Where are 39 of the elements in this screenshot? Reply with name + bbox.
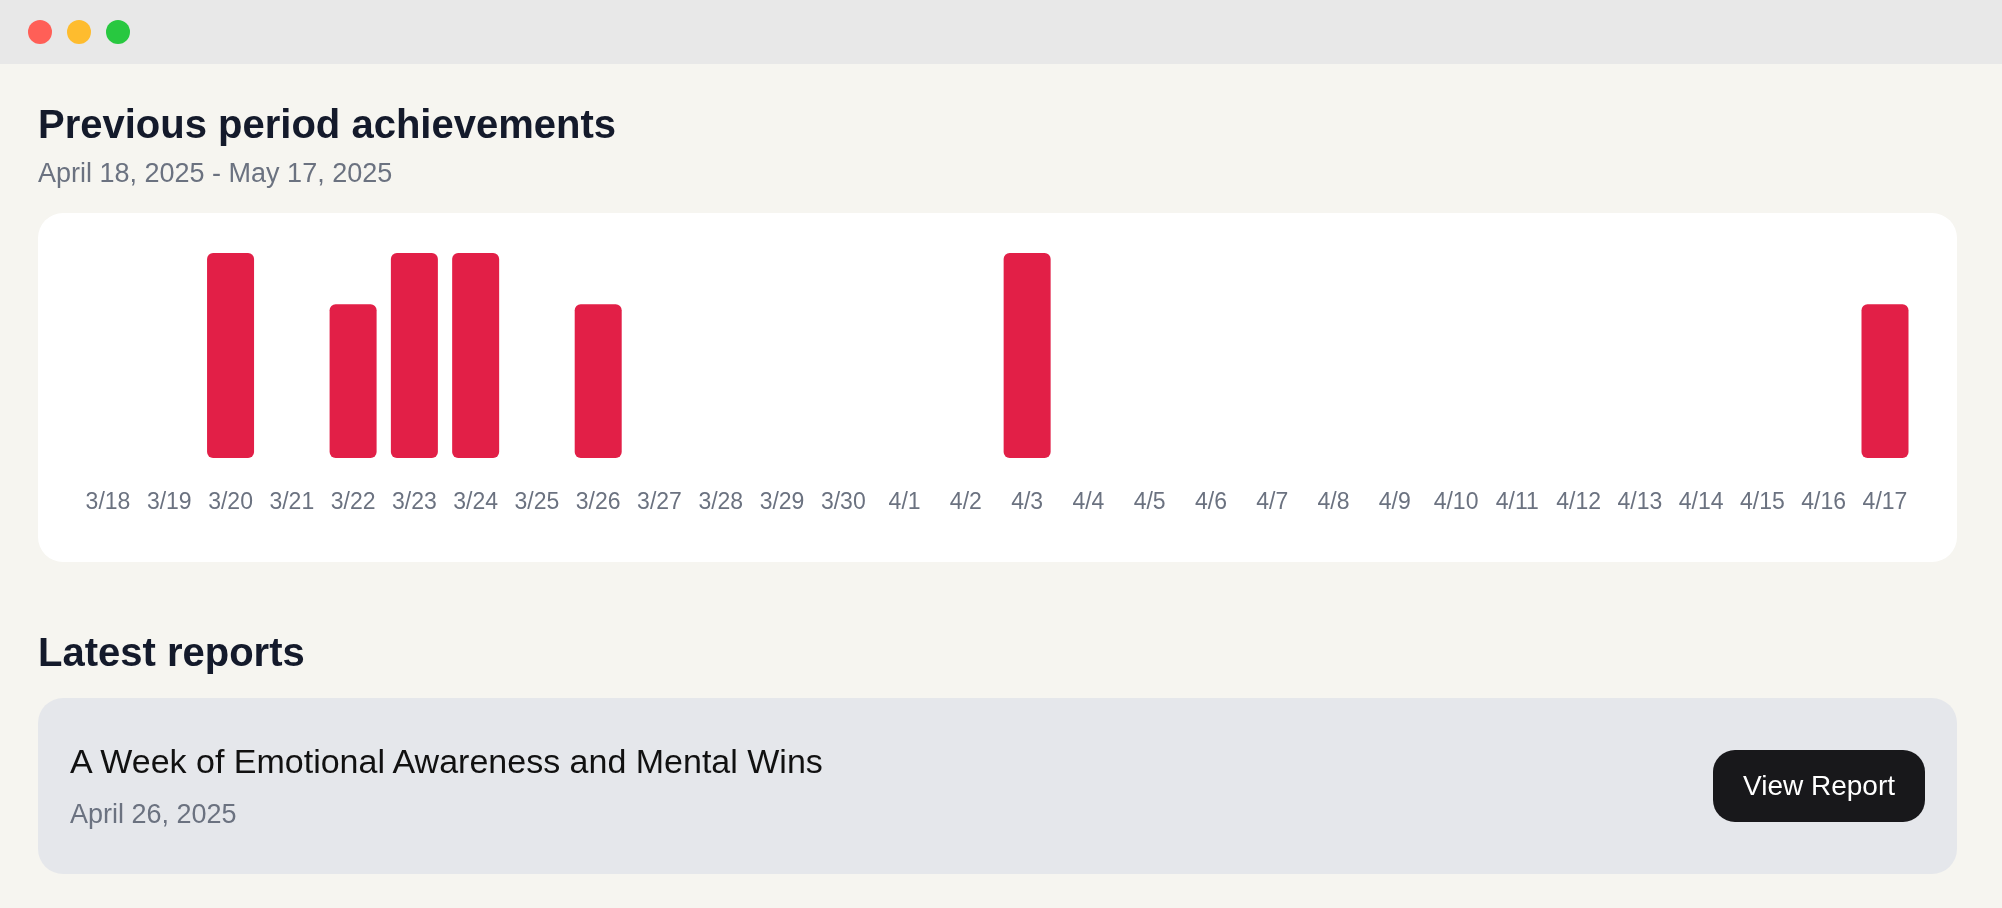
axis-label: 4/9 bbox=[1378, 488, 1411, 514]
axis-label: 4/13 bbox=[1617, 488, 1663, 514]
view-report-button[interactable]: View Report bbox=[1713, 750, 1925, 822]
axis-label: 4/8 bbox=[1317, 488, 1350, 514]
close-button[interactable] bbox=[28, 20, 52, 44]
axis-label: 3/21 bbox=[269, 488, 315, 514]
axis-label: 3/22 bbox=[330, 488, 376, 514]
axis-label: 3/26 bbox=[575, 488, 621, 514]
minimize-button[interactable] bbox=[67, 20, 91, 44]
axis-label: 4/4 bbox=[1072, 488, 1105, 514]
zoom-button[interactable] bbox=[106, 20, 130, 44]
axis-label: 4/1 bbox=[888, 488, 921, 514]
axis-label: 4/6 bbox=[1194, 488, 1227, 514]
axis-label: 4/15 bbox=[1740, 488, 1785, 514]
axis-label: 3/28 bbox=[698, 488, 744, 514]
report-title: A Week of Emotional Awareness and Mental Wins bbox=[70, 742, 823, 781]
axis-label: 4/17 bbox=[1862, 488, 1908, 514]
section-title: Previous period achievements bbox=[38, 101, 617, 148]
axis-label: 3/27 bbox=[637, 488, 682, 514]
axis-label: 4/3 bbox=[1011, 488, 1044, 514]
axis-label: 3/29 bbox=[759, 488, 805, 514]
axis-label: 3/23 bbox=[392, 488, 437, 514]
axis-label: 4/7 bbox=[1256, 488, 1289, 514]
axis-label: 3/24 bbox=[453, 488, 499, 514]
axis-label: 3/18 bbox=[85, 488, 131, 514]
axis-label: 4/16 bbox=[1801, 488, 1847, 514]
axis-label: 4/5 bbox=[1133, 488, 1166, 514]
axis-label: 4/2 bbox=[949, 488, 982, 514]
axis-label: 3/19 bbox=[146, 488, 192, 514]
date-range: April 18, 2025 - May 17, 2025 bbox=[38, 158, 394, 189]
axis-label: 4/10 bbox=[1433, 488, 1479, 514]
section-title: Latest reports bbox=[38, 629, 306, 676]
axis-label: 4/12 bbox=[1556, 488, 1601, 514]
axis-label: 3/20 bbox=[208, 488, 253, 514]
axis-label: 4/11 bbox=[1495, 488, 1539, 514]
axis-label: 4/14 bbox=[1678, 488, 1724, 514]
axis-label: 3/25 bbox=[514, 488, 560, 514]
report-date: April 26, 2025 bbox=[70, 799, 238, 830]
axis-label: 3/30 bbox=[820, 488, 866, 514]
